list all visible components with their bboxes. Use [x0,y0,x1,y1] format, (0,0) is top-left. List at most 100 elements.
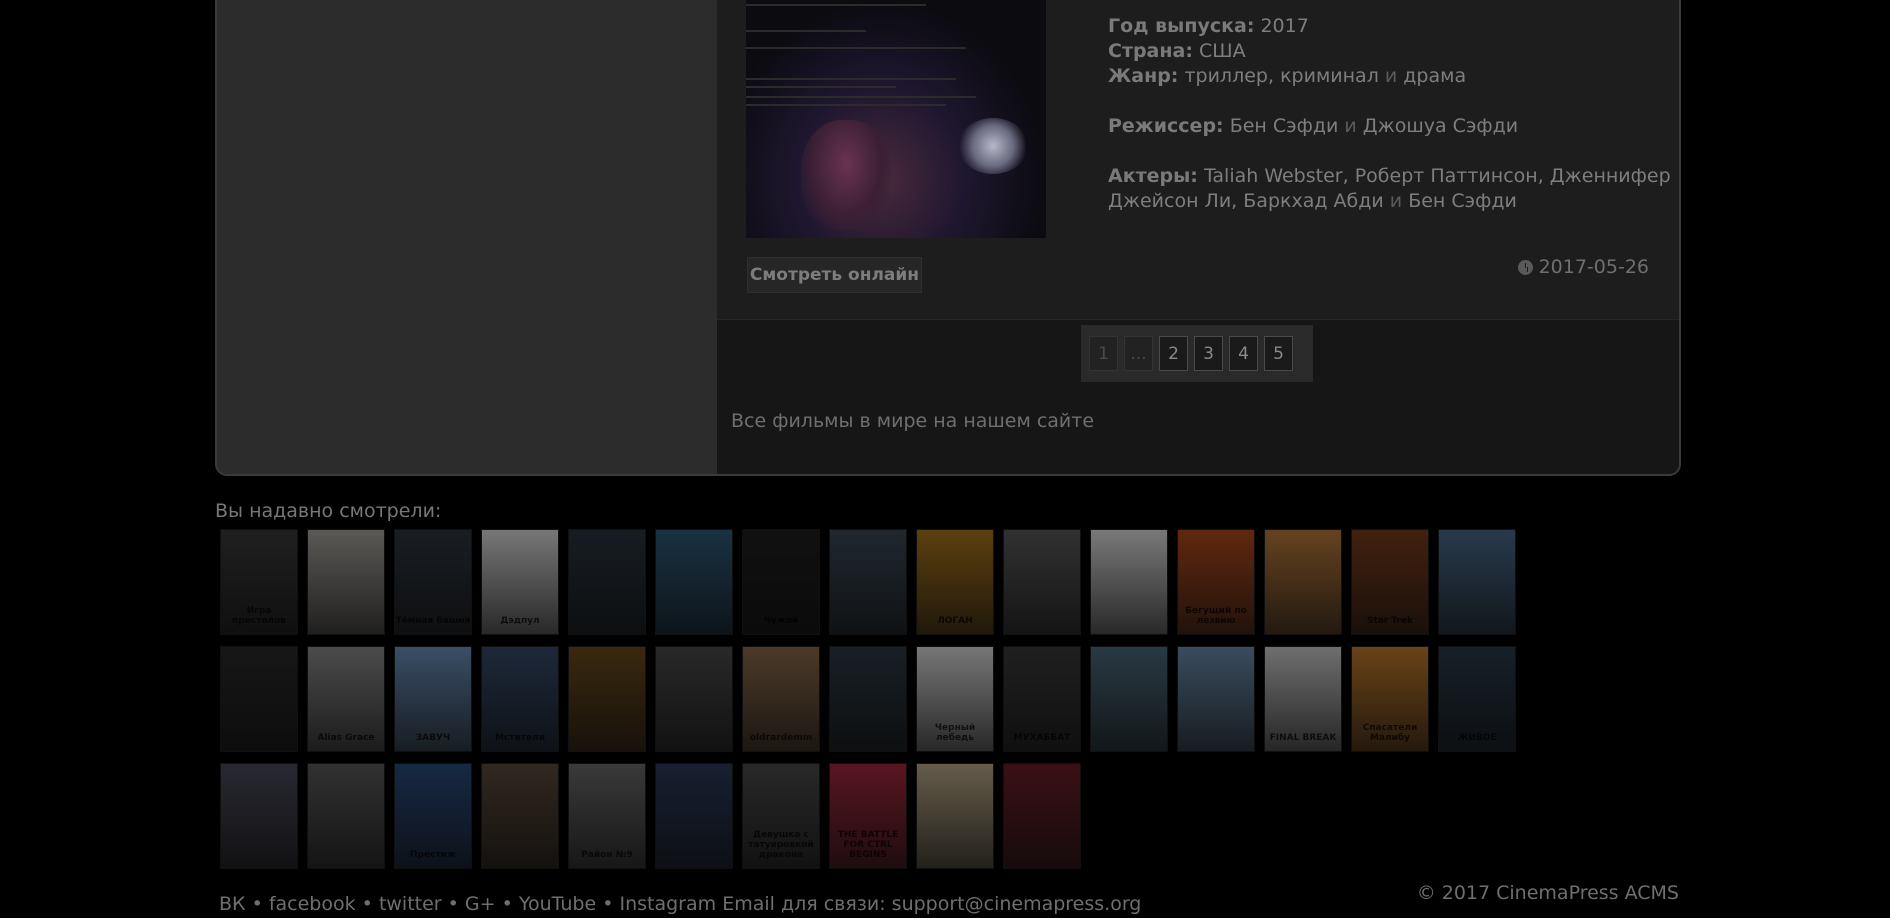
separator: , [1231,190,1238,212]
recent-movie-poster[interactable] [307,529,385,635]
recent-movie-title: Alias Grace [317,733,375,743]
page-3[interactable]: 3 [1194,336,1223,371]
clock-icon [1517,259,1533,275]
actor-link[interactable]: Баркхад Абди [1243,190,1383,212]
recent-movie-poster[interactable] [655,646,733,752]
recent-movie-poster[interactable]: ЛОГАН [916,529,994,635]
instagram-link[interactable]: Instagram [619,893,716,915]
recent-movie-poster[interactable] [1003,763,1081,869]
recent-movie-poster[interactable] [829,529,907,635]
actor-link[interactable]: Роберт Паттинсон [1355,165,1538,187]
recent-movie-title: МУХАББАТ [1013,733,1071,743]
movie-poster[interactable] [746,0,1046,238]
recent-movie-poster[interactable]: Дэдпул [481,529,559,635]
genre-link[interactable]: триллер [1184,65,1268,87]
year-value: 2017 [1260,15,1309,37]
actor-link[interactable]: Дженнифер [1550,165,1671,187]
recent-movie-poster[interactable]: FINAL BREAK [1264,646,1342,752]
recent-movie-poster[interactable]: Тёмная башня [394,529,472,635]
recent-movie-title: Спасатели Малибу [1362,723,1418,743]
recent-movie-poster[interactable]: ЖИВОЕ [1438,646,1516,752]
recent-movie-poster[interactable] [1090,646,1168,752]
recent-movie-poster[interactable]: Бегущий по лезвию [1177,529,1255,635]
year-row: Год выпуска: 2017 [1108,14,1628,39]
separator: , [1267,65,1275,87]
actor-link[interactable]: Taliah Webster [1204,165,1343,187]
recent-movie-title: Черный лебедь [934,723,976,743]
recent-movie-poster[interactable]: Мстители [481,646,559,752]
recent-movie-title: ЗАВУЧ [415,733,451,743]
recent-movie-poster[interactable] [568,646,646,752]
country-value[interactable]: США [1199,40,1246,62]
site-tagline: Все фильмы в мире на нашем сайте [731,410,1095,432]
recent-movie-title: Дэдпул [500,616,540,626]
youtube-link[interactable]: YouTube [519,893,596,915]
footer-links: ВК • facebook • twitter • G+ • YouTube •… [219,893,1141,915]
movie-card: Смотреть онлайн Год выпуска: 2017 Страна… [717,0,1679,320]
recent-movie-title: FINAL BREAK [1269,733,1337,743]
recent-movie-poster[interactable]: Игра престолов [220,529,298,635]
page-4[interactable]: 4 [1229,336,1258,371]
recent-movie-poster[interactable]: THE BATTLE FOR CTRL BEGINS [829,763,907,869]
recent-movie-title: Чужой [763,616,799,626]
recent-movie-poster[interactable] [655,763,733,869]
actors-row: Актеры: Taliah Webster, Роберт Паттинсон… [1108,164,1671,189]
recent-movie-title: ЖИВОЕ [1457,733,1497,743]
recent-movie-poster[interactable] [655,529,733,635]
recent-movie-poster[interactable] [1090,529,1168,635]
bullet: • [251,893,263,915]
google-plus-link[interactable]: G+ [465,893,496,915]
bullet: • [602,893,614,915]
recent-movie-poster[interactable]: Чужой [742,529,820,635]
page-5[interactable]: 5 [1264,336,1293,371]
actor-link[interactable]: Джейсон Ли [1108,190,1231,212]
content-area: Смотреть онлайн Год выпуска: 2017 Страна… [717,0,1679,474]
vk-link[interactable]: ВК [219,893,246,915]
watch-online-button[interactable]: Смотреть онлайн [747,257,922,293]
recent-movie-poster[interactable]: Alias Grace [307,646,385,752]
bullet: • [501,893,513,915]
recent-movie-poster[interactable] [1003,529,1081,635]
recent-movie-title: Мстители [494,733,546,743]
email-link[interactable]: support@cinemapress.org [892,893,1142,915]
pagination: 1 ... 2 3 4 5 [1081,325,1313,382]
recent-movie-title: ЛОГАН [937,616,973,626]
recent-movie-poster[interactable] [916,763,994,869]
genre-label: Жанр: [1108,65,1179,87]
recent-movie-poster[interactable] [568,529,646,635]
country-label: Страна: [1108,40,1193,62]
recent-movie-poster[interactable] [220,646,298,752]
separator: и [1384,65,1398,87]
twitter-link[interactable]: twitter [379,893,442,915]
email-label: Email для связи: [722,893,886,915]
actor-link[interactable]: Бен Сэфди [1408,190,1517,212]
director-link[interactable]: Бен Сэфди [1230,115,1339,137]
actors-row-2: Джейсон Ли, Баркхад Абди и Бен Сэфди [1108,189,1628,214]
recent-movie-poster[interactable]: ЗАВУЧ [394,646,472,752]
recent-movie-poster[interactable]: Девушка с татуировкой дракона [742,763,820,869]
recent-movie-title: Бегущий по лезвию [1185,606,1247,626]
recent-movie-title: Престиж [410,850,456,860]
recent-movie-poster[interactable] [829,646,907,752]
recent-movie-poster[interactable]: Star Trek [1351,529,1429,635]
director-link[interactable]: Джошуа Сэфди [1363,115,1518,137]
recent-movie-poster[interactable] [1438,529,1516,635]
recent-movie-title: Тёмная башня [395,616,471,626]
recent-movie-poster[interactable]: Престиж [394,763,472,869]
recent-movie-poster[interactable] [1177,646,1255,752]
recent-movie-poster[interactable]: Район №9 [568,763,646,869]
page-2[interactable]: 2 [1159,336,1188,371]
movie-info: Год выпуска: 2017 Страна: США Жанр: трил… [1108,14,1671,214]
recent-movie-poster[interactable]: Спасатели Малибу [1351,646,1429,752]
recent-movie-poster[interactable]: Черный лебедь [916,646,994,752]
facebook-link[interactable]: facebook [269,893,356,915]
recent-movie-poster[interactable]: МУХАББАТ [1003,646,1081,752]
recent-movie-poster[interactable] [220,763,298,869]
recent-movie-poster[interactable] [307,763,385,869]
bullet: • [361,893,373,915]
genre-link[interactable]: криминал [1280,65,1379,87]
genre-link[interactable]: драма [1403,65,1466,87]
recent-movie-poster[interactable] [1264,529,1342,635]
recent-movie-poster[interactable] [481,763,559,869]
recent-movie-poster[interactable]: oldгаrdemm [742,646,820,752]
